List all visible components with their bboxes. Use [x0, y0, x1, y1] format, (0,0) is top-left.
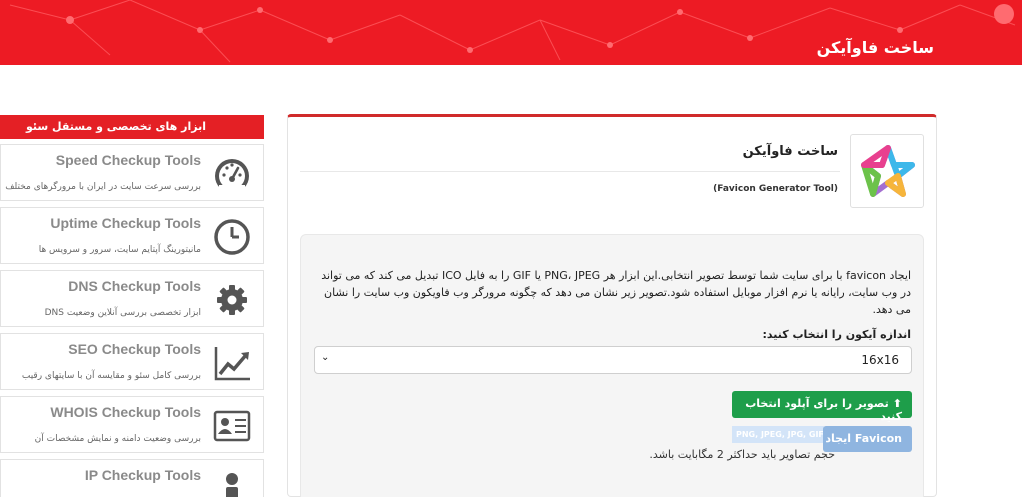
trend-chart-icon [214, 347, 250, 381]
upload-image-button[interactable]: ⬆تصویر را برای آپلود انتخاب کنید [732, 391, 912, 423]
tool-title: SEO Checkup Tools [68, 341, 201, 357]
sidebar-item-uptime-checkup[interactable]: Uptime Checkup Tools مانیتورینگ آپتایم س… [0, 207, 264, 264]
selected-size-value: 16x16 [861, 353, 899, 367]
sidebar-item-whois-checkup[interactable]: WHOIS Checkup Tools بررسی وضعیت دامنه و … [0, 396, 264, 453]
tool-title: DNS Checkup Tools [68, 278, 201, 294]
site-header: ساخت فاوآیکن [0, 0, 1022, 65]
create-favicon-button[interactable]: ایجاد Favicon [823, 426, 912, 452]
speedometer-icon [215, 159, 249, 193]
tool-title: IP Checkup Tools [84, 467, 201, 483]
tool-description: بررسی وضعیت دامنه و نمایش مشخصات آن [34, 434, 201, 444]
person-icon [226, 473, 238, 497]
sidebar-heading: ابزار های تخصصی و مستقل سئو [0, 115, 264, 139]
page-heading: ساخت فاوآیکن [816, 38, 934, 57]
sidebar-item-seo-checkup[interactable]: SEO Checkup Tools بررسی کامل سئو و مقایس… [0, 333, 264, 390]
tool-subtitle: (Favicon Generator Tool) [713, 184, 838, 194]
sidebar-item-ip-checkup[interactable]: IP Checkup Tools [0, 459, 264, 497]
clock-icon [214, 219, 250, 255]
tool-description: ایجاد favicon با برای سایت شما توسط تصوی… [321, 269, 911, 316]
upload-button-label: ⬆تصویر را برای آپلود انتخاب کنید [745, 397, 902, 423]
tool-description: مانیتورینگ آپتایم سایت، سرور و سرویس ها [38, 245, 201, 255]
tool-title: WHOIS Checkup Tools [50, 404, 201, 420]
icon-size-select[interactable]: 16x16 ⌄ [314, 346, 912, 374]
chevron-down-icon: ⌄ [321, 352, 330, 363]
file-size-note: حجم تصاویر باید حداکثر 2 مگابایت باشد. [649, 448, 835, 461]
divider [300, 171, 840, 172]
icon-size-label: اندازه آیکون را انتخاب کنید: [762, 328, 912, 341]
favicon-generator-card: ساخت فاوآیکن (Favicon Generator Tool) ای… [287, 114, 937, 497]
tool-title: Speed Checkup Tools [55, 152, 201, 168]
tool-description: ابزار تخصصی بررسی آنلاین وضعیت DNS [44, 308, 201, 318]
accepted-formats-badge: PNG, JPEG, JPG, GIF [732, 426, 824, 443]
star-logo-icon [861, 145, 915, 197]
sidebar-item-speed-checkup[interactable]: Speed Checkup Tools بررسی سرعت سایت در ا… [0, 144, 264, 201]
gear-icon [217, 285, 247, 315]
tool-description: بررسی سرعت سایت در ایران با مرورگرهای مخ… [5, 182, 201, 192]
tool-title: ساخت فاوآیکن [742, 144, 838, 159]
seo-tools-sidebar: ابزار های تخصصی و مستقل سئو [0, 115, 264, 139]
id-card-icon [213, 410, 251, 442]
tool-logo [850, 134, 924, 208]
generator-form: ایجاد favicon با برای سایت شما توسط تصوی… [300, 234, 924, 497]
upload-icon: ⬆ [892, 397, 902, 410]
sidebar-item-dns-checkup[interactable]: DNS Checkup Tools ابزار تخصصی بررسی آنلا… [0, 270, 264, 327]
tool-title: Uptime Checkup Tools [50, 215, 201, 231]
tool-description: بررسی کامل سئو و مقایسه آن با سایتهای رق… [21, 371, 201, 381]
